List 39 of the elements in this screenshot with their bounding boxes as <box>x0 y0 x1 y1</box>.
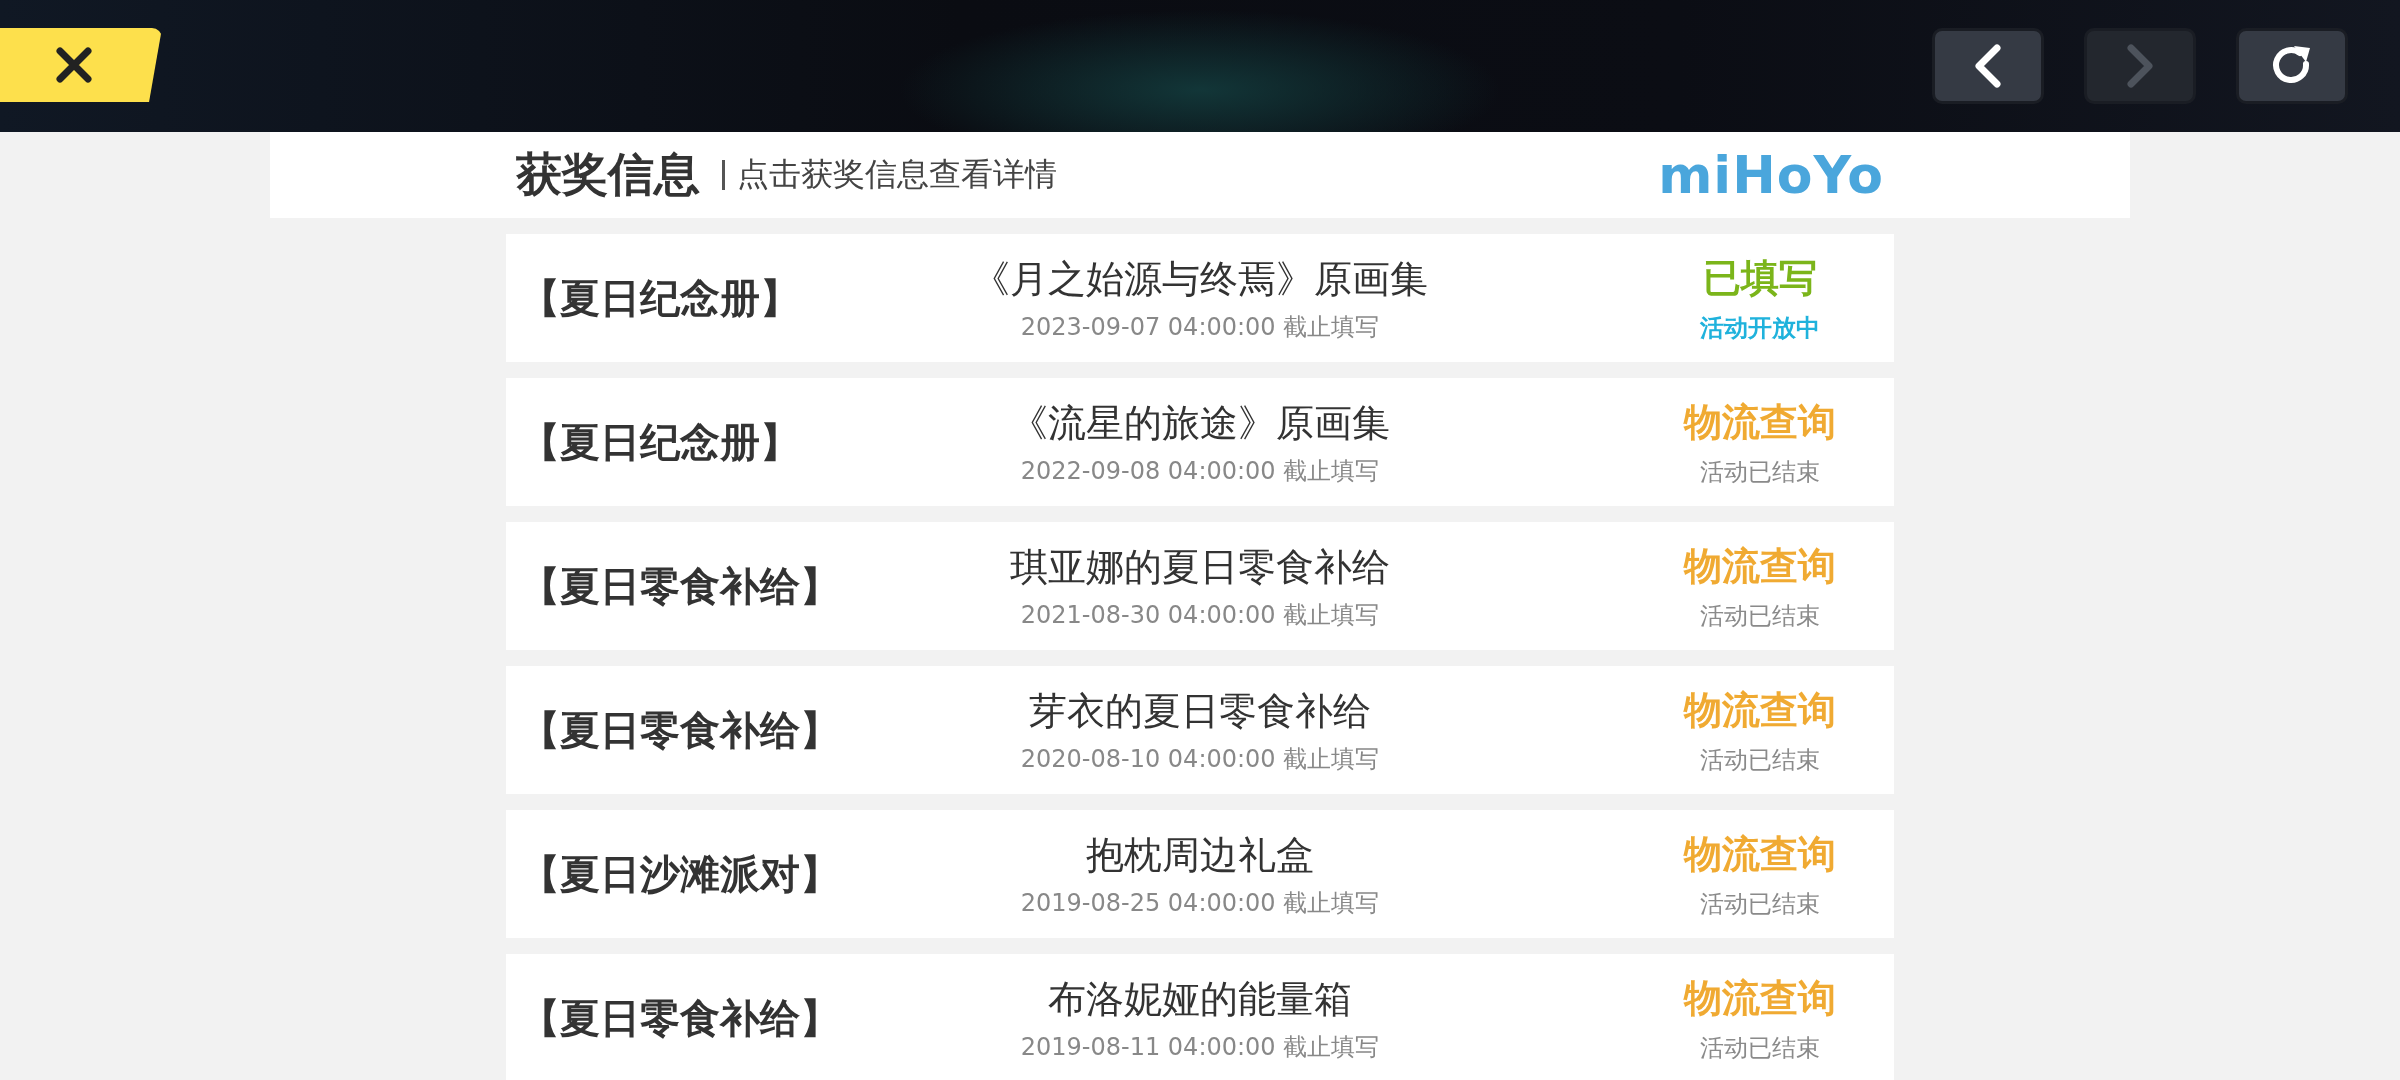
deadline-text: 2022-09-08 04:00:00 截止填写 <box>1020 455 1380 487</box>
deadline-text: 2020-08-10 04:00:00 截止填写 <box>1020 743 1380 775</box>
category-label: 【夏日零食补给】 <box>519 561 841 611</box>
prize-title: 布洛妮娅的能量箱 <box>1048 975 1352 1023</box>
close-button[interactable] <box>0 28 162 102</box>
back-icon <box>1973 44 2003 88</box>
category-label: 【夏日沙滩派对】 <box>519 849 841 899</box>
category-label: 【夏日零食补给】 <box>519 705 841 755</box>
prize-row[interactable]: 【夏日沙滩派对】 抱枕周边礼盒 2019-08-25 04:00:00 截止填写 物流查询 活动已结束 <box>506 810 1894 938</box>
prize-title: 芽衣的夏日零食补给 <box>1029 687 1371 735</box>
event-state: 活动开放中 <box>1700 312 1820 344</box>
category-label: 【夏日零食补给】 <box>519 993 841 1043</box>
deadline-text: 2019-08-25 04:00:00 截止填写 <box>1020 887 1380 919</box>
deadline-text: 2019-08-11 04:00:00 截止填写 <box>1020 1031 1380 1063</box>
event-state: 活动已结束 <box>1700 744 1820 776</box>
prize-row[interactable]: 【夏日零食补给】 布洛妮娅的能量箱 2019-08-11 04:00:00 截止填写 物流查询 活动已结束 <box>506 954 1894 1080</box>
section-title: 获奖信息 <box>516 146 700 203</box>
prize-title: 琪亚娜的夏日零食补给 <box>1010 543 1390 591</box>
event-state: 活动已结束 <box>1700 1032 1820 1064</box>
forward-icon <box>2125 44 2155 88</box>
close-icon <box>54 45 94 85</box>
category-label: 【夏日纪念册】 <box>519 417 801 467</box>
prize-row[interactable]: 【夏日纪念册】 《流星的旅途》原画集 2022-09-08 04:00:00 截止填写 物流查询 活动已结束 <box>506 378 1894 506</box>
prize-row[interactable]: 【夏日零食补给】 琪亚娜的夏日零食补给 2021-08-30 04:00:00 截止填写 物流查询 活动已结束 <box>506 522 1894 650</box>
prize-title: 《月之始源与终焉》原画集 <box>972 255 1428 303</box>
event-state: 活动已结束 <box>1700 888 1820 920</box>
hint-text: 点击获奖信息查看详情 <box>737 154 1057 195</box>
deadline-text: 2023-09-07 04:00:00 截止填写 <box>1020 311 1380 343</box>
prize-title: 《流星的旅途》原画集 <box>1010 399 1390 447</box>
refresh-button[interactable] <box>2236 28 2348 104</box>
back-button[interactable] <box>1932 28 2044 104</box>
category-label: 【夏日纪念册】 <box>519 273 801 323</box>
event-state: 活动已结束 <box>1700 600 1820 632</box>
prize-row[interactable]: 【夏日零食补给】 芽衣的夏日零食补给 2020-08-10 04:00:00 截止填写 物流查询 活动已结束 <box>506 666 1894 794</box>
logo: miHoYo <box>1658 145 1884 205</box>
prize-row[interactable]: 【夏日纪念册】 《月之始源与终焉》原画集 2023-09-07 04:00:00 截止填写 已填写 活动开放中 <box>506 234 1894 362</box>
event-state: 活动已结束 <box>1700 456 1820 488</box>
prize-title: 抱枕周边礼盒 <box>1086 831 1314 879</box>
deadline-text: 2021-08-30 04:00:00 截止填写 <box>1020 599 1380 631</box>
